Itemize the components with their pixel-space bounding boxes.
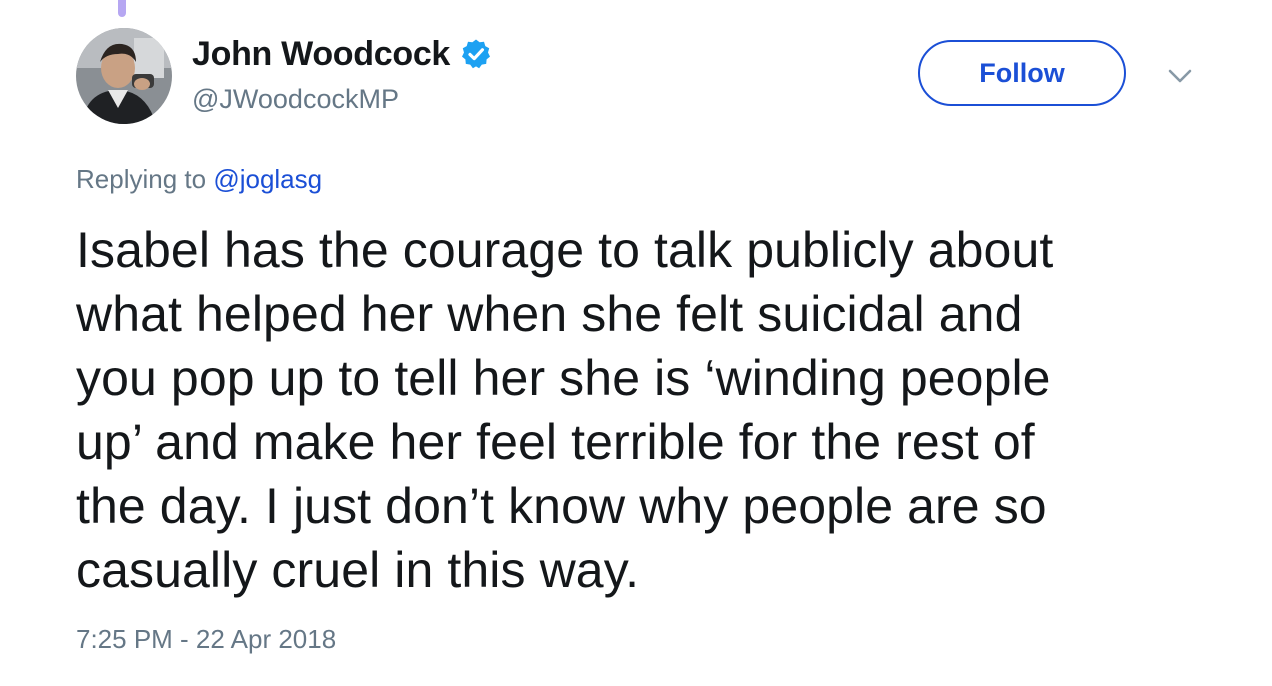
author-display-name[interactable]: John Woodcock	[192, 35, 450, 74]
tweet-text-line: you pop up to tell her she is ‘winding p…	[76, 350, 1051, 406]
tweet-text-line: casually cruel in this way.	[76, 542, 640, 598]
tweet-text-line: the day. I just don’t know why people ar…	[76, 478, 1047, 534]
avatar[interactable]	[76, 28, 172, 124]
replying-to-label: Replying to	[76, 164, 214, 194]
chevron-down-icon[interactable]	[1166, 62, 1194, 90]
replying-to-line: Replying to @joglasg	[76, 164, 322, 195]
tweet-text-line: what helped her when she felt suicidal a…	[76, 286, 1023, 342]
thread-connector-line	[118, 0, 126, 17]
verified-badge-icon	[460, 38, 492, 70]
follow-button[interactable]: Follow	[918, 40, 1126, 106]
tweet-text: Isabel has the courage to talk publicly …	[76, 218, 1206, 602]
reply-to-handle-link[interactable]: @joglasg	[213, 164, 322, 194]
author-handle[interactable]: @JWoodcockMP	[192, 84, 399, 115]
tweet-timestamp[interactable]: 7:25 PM - 22 Apr 2018	[76, 624, 336, 655]
author-name-row[interactable]: John Woodcock	[192, 32, 492, 76]
profile-photo-icon	[76, 28, 172, 124]
tweet-text-line: up’ and make her feel terrible for the r…	[76, 414, 1035, 470]
tweet-text-line: Isabel has the courage to talk publicly …	[76, 222, 1054, 278]
